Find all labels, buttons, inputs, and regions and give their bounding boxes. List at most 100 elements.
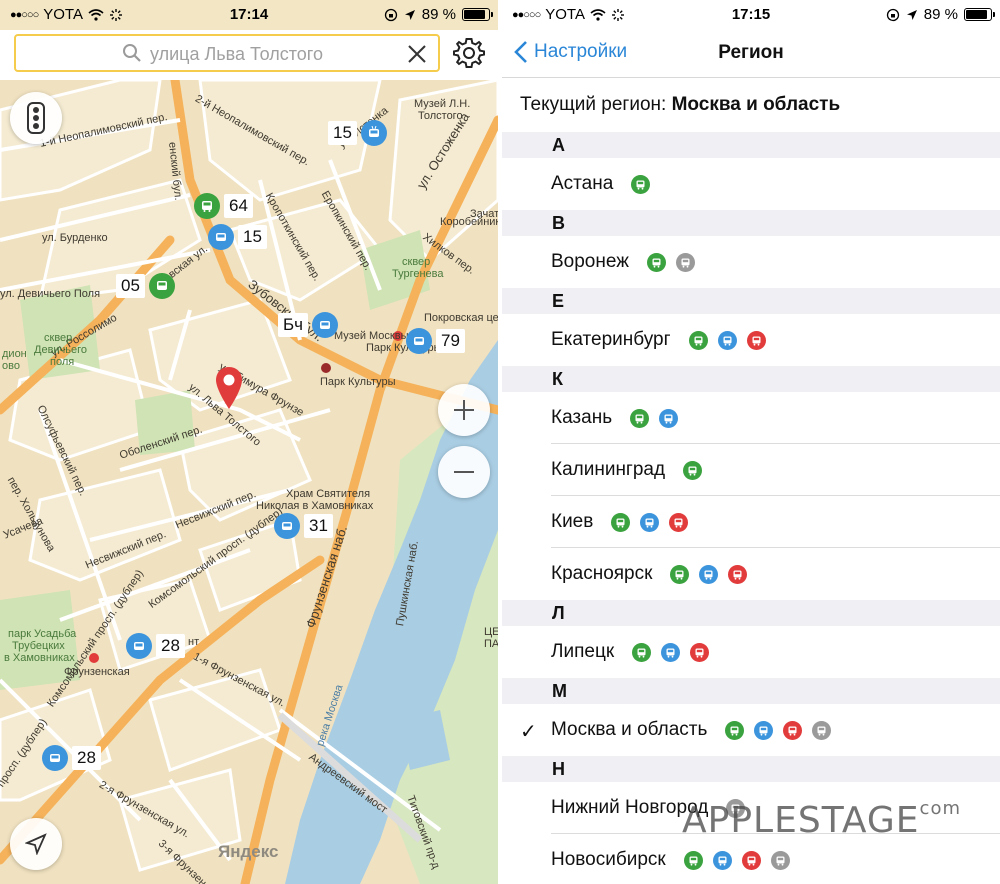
trolleybus-icon xyxy=(659,408,679,428)
trolleybus-icon xyxy=(754,720,774,740)
tram-icon xyxy=(741,850,761,870)
region-row[interactable]: Калининград xyxy=(502,444,1000,496)
watermark-com: com xyxy=(919,798,961,819)
trolleybus-icon xyxy=(208,224,234,250)
section-header: Н xyxy=(502,756,1000,782)
gear-icon[interactable] xyxy=(452,36,486,70)
status-bar: ●●○○○ YOTA 17:15 89 % xyxy=(502,0,1000,30)
route-number: 28 xyxy=(72,746,101,770)
route-number: 79 xyxy=(436,329,465,353)
map-label: Храм Святителя xyxy=(286,488,371,500)
minibus-icon xyxy=(812,720,832,740)
traffic-button[interactable] xyxy=(10,92,62,144)
region-name: Казань xyxy=(551,407,613,428)
locate-icon xyxy=(25,833,47,855)
stop-marker-28[interactable]: 28 xyxy=(42,745,101,771)
trolleybus-icon xyxy=(126,633,152,659)
rotation-lock-icon xyxy=(384,8,397,21)
location-pin-icon[interactable] xyxy=(214,366,244,410)
stop-marker-bch[interactable]: Бч xyxy=(278,312,339,338)
bus-icon xyxy=(725,720,745,740)
region-name: Екатеринбург xyxy=(551,329,671,350)
map-label: ПА xyxy=(484,638,498,650)
location-arrow-icon xyxy=(404,9,415,20)
map-label: ово xyxy=(2,360,20,372)
stop-marker-05[interactable]: 05 xyxy=(116,273,175,299)
section-header: В xyxy=(502,210,1000,236)
current-region-value: Москва и область xyxy=(671,94,841,115)
trolleybus-icon xyxy=(274,513,300,539)
bus-icon xyxy=(670,564,690,584)
rotation-lock-icon xyxy=(886,8,899,21)
map-label: ЦЕ xyxy=(484,626,498,638)
region-row[interactable]: ✓ Москва и область xyxy=(502,704,1000,756)
map-label: Девичьего xyxy=(34,344,88,356)
current-region: Текущий регион: Москва и область xyxy=(520,94,840,116)
region-row[interactable]: Киев xyxy=(502,496,1000,548)
stop-marker-15[interactable]: 15 xyxy=(328,120,387,146)
bus-icon xyxy=(611,512,631,532)
map-label: ул. Бурденко xyxy=(42,232,108,244)
trolleybus-icon xyxy=(717,330,737,350)
bus-icon xyxy=(632,642,652,662)
checkmark-icon: ✓ xyxy=(520,721,537,743)
status-bar: ●●○○○ YOTA 17:14 89 % xyxy=(0,0,498,30)
region-name: Липецк xyxy=(551,641,615,662)
region-row[interactable]: Липецк xyxy=(502,626,1000,678)
status-right: 89 % xyxy=(886,6,995,23)
map-label: сквер xyxy=(402,256,431,268)
map-label: в Хамовниках xyxy=(4,652,75,664)
bus-icon xyxy=(683,850,703,870)
bus-icon xyxy=(646,252,666,272)
map-label: дион xyxy=(2,348,27,360)
tram-icon xyxy=(728,564,748,584)
my-location-button[interactable] xyxy=(10,818,62,870)
region-list: А Астана В Воронеж Е Екатеринбург К Казань Калин… xyxy=(502,132,1000,884)
stop-marker-79[interactable]: 79 xyxy=(406,328,465,354)
watermark-apple: APPLE xyxy=(682,800,798,841)
tram-icon xyxy=(746,330,766,350)
map-label: Толстого xyxy=(418,110,463,122)
region-row[interactable]: Астана xyxy=(502,158,1000,210)
tram-icon xyxy=(690,642,710,662)
battery-percent: 89 % xyxy=(421,6,456,23)
trolleybus-icon xyxy=(406,328,432,354)
bus-icon xyxy=(683,460,703,480)
map-label: нт xyxy=(188,636,200,648)
map-label: Тургенева xyxy=(392,268,444,280)
stop-marker-64[interactable]: 64 xyxy=(194,193,253,219)
search-field[interactable]: улица Льва Толстого xyxy=(14,34,440,72)
region-name: Москва и область xyxy=(551,719,708,740)
bus-icon xyxy=(630,408,650,428)
minibus-icon xyxy=(675,252,695,272)
region-row[interactable]: Екатеринбург xyxy=(502,314,1000,366)
battery-icon xyxy=(462,8,493,21)
stop-marker-15[interactable]: 15 xyxy=(208,224,267,250)
map-label: парк Усадьба xyxy=(8,628,77,640)
clear-icon[interactable] xyxy=(406,43,428,65)
section-header: К xyxy=(502,366,1000,392)
region-settings-screen: ●●○○○ YOTA 17:15 89 % Настройки Регион Т… xyxy=(502,0,1000,884)
region-row[interactable]: Новосибирск xyxy=(502,834,1000,884)
traffic-light-icon xyxy=(27,102,45,134)
region-row[interactable]: Красноярск xyxy=(502,548,1000,600)
zoom-out-button[interactable] xyxy=(438,446,490,498)
location-arrow-icon xyxy=(906,9,917,20)
region-name: Новосибирск xyxy=(551,849,666,870)
battery-percent: 89 % xyxy=(923,6,958,23)
stop-marker-28[interactable]: 28 xyxy=(126,633,185,659)
region-name: Астана xyxy=(551,173,614,194)
region-name: Киев xyxy=(551,511,594,532)
search-input-text[interactable]: улица Льва Толстого xyxy=(150,44,323,65)
trolleybus-icon xyxy=(360,120,387,146)
map-label: Музей Москвы xyxy=(334,330,409,342)
map-label: Покровская церковь xyxy=(424,312,498,324)
trolleybus-icon xyxy=(712,850,732,870)
map-view[interactable]: енский бул. 1-й Неопалимовский пер. 2-й … xyxy=(0,80,498,884)
region-row[interactable]: Казань xyxy=(502,392,1000,444)
stop-marker-31[interactable]: 31 xyxy=(274,513,333,539)
zoom-in-button[interactable] xyxy=(438,384,490,436)
trolleybus-icon xyxy=(640,512,660,532)
map-label: Музей Л.Н. xyxy=(414,98,471,110)
region-row[interactable]: Воронеж xyxy=(502,236,1000,288)
